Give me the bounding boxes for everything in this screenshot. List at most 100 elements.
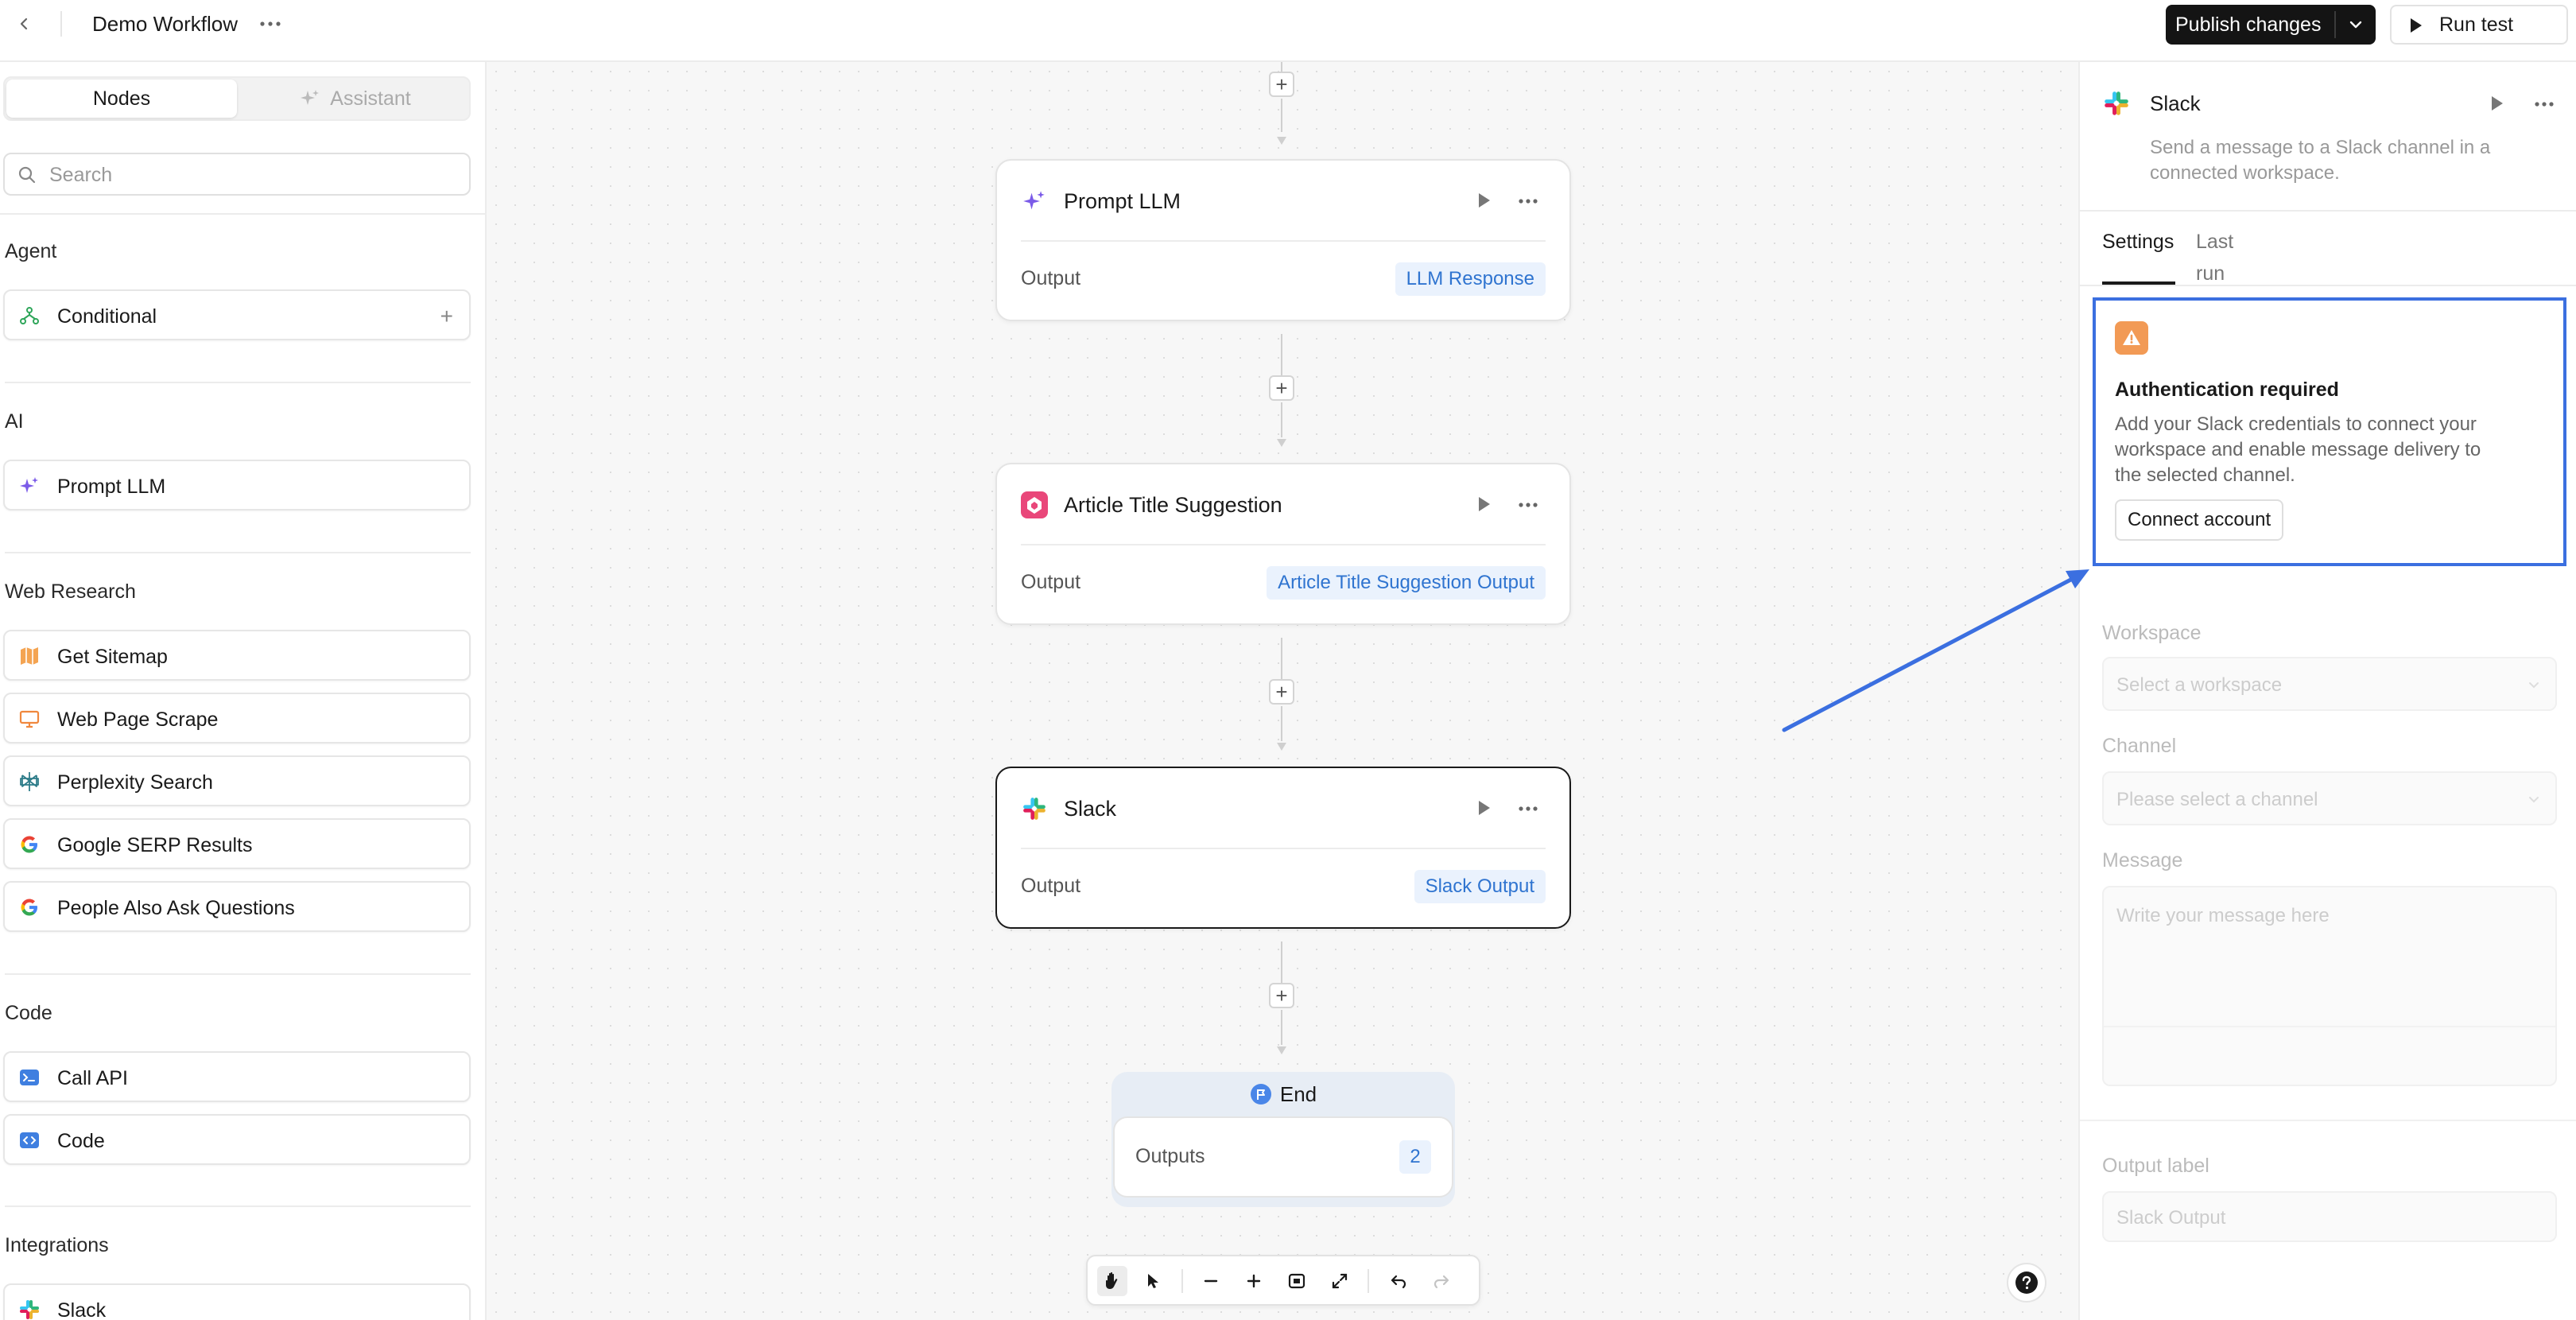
sidebar-item-call-api[interactable]: Call API xyxy=(3,1051,471,1102)
section-divider xyxy=(5,552,471,553)
branch-icon xyxy=(19,305,40,326)
help-icon xyxy=(2015,1271,2038,1294)
node-card-slack[interactable]: Slack Output Slack Output xyxy=(995,767,1571,929)
node-card-prompt-llm[interactable]: Prompt LLM Output LLM Response xyxy=(995,159,1571,321)
node-output-badge[interactable]: LLM Response xyxy=(1395,262,1546,296)
message-label: Message xyxy=(2102,849,2183,872)
back-button[interactable] xyxy=(11,11,37,37)
tab-settings[interactable]: Settings xyxy=(2102,226,2175,285)
sidebar-item-google-serp-results[interactable]: Google SERP Results xyxy=(3,818,471,869)
sidebar-item-label: Google SERP Results xyxy=(57,834,253,856)
more-horizontal-icon[interactable] xyxy=(1514,798,1542,819)
node-settings-panel: Slack Send a message to a Slack channel … xyxy=(2078,62,2576,1320)
sidebar-item-code[interactable]: Code xyxy=(3,1114,471,1165)
play-icon[interactable] xyxy=(1474,191,1493,210)
play-icon[interactable] xyxy=(1474,798,1493,817)
sparkle-icon xyxy=(19,476,40,496)
sidebar-item-label: Prompt LLM xyxy=(57,476,166,498)
workspace-label: Workspace xyxy=(2102,622,2202,644)
section-divider xyxy=(5,973,471,975)
terminal-icon xyxy=(19,1067,40,1088)
chevron-left-icon xyxy=(20,17,28,30)
help-button[interactable] xyxy=(2007,1263,2046,1303)
play-icon xyxy=(2411,18,2422,33)
sidebar-item-web-page-scrape[interactable]: Web Page Scrape xyxy=(3,693,471,743)
workspace-select[interactable]: Select a workspace xyxy=(2102,657,2557,711)
sidebar-item-label: Code xyxy=(57,1130,105,1152)
tab-assistant-label: Assistant xyxy=(330,87,411,110)
add-node-button[interactable]: + xyxy=(1269,72,1294,97)
search-icon xyxy=(18,166,36,184)
node-output-badge[interactable]: Article Title Suggestion Output xyxy=(1267,566,1546,600)
add-node-button[interactable]: + xyxy=(1269,375,1294,401)
warning-icon xyxy=(2115,321,2148,355)
end-node-header: End xyxy=(1111,1072,1455,1116)
more-horizontal-icon[interactable] xyxy=(2530,94,2559,115)
expand-icon xyxy=(1332,1273,1348,1289)
connect-account-button[interactable]: Connect account xyxy=(2115,499,2284,541)
add-node-button[interactable]: + xyxy=(1269,983,1294,1008)
sidebar-item-label: Conditional xyxy=(57,305,157,328)
article-icon xyxy=(1021,491,1048,518)
sidebar-item-prompt-llm[interactable]: Prompt LLM xyxy=(3,460,471,511)
end-node[interactable]: End Outputs 2 xyxy=(1111,1072,1455,1207)
sidebar-item-label: Slack xyxy=(57,1299,107,1320)
more-horizontal-icon[interactable] xyxy=(1514,191,1542,212)
tab-assistant[interactable]: Assistant xyxy=(240,80,471,118)
fullscreen-button[interactable] xyxy=(1325,1266,1355,1296)
more-horizontal-icon[interactable] xyxy=(1514,495,1542,515)
section-divider xyxy=(5,1205,471,1207)
add-icon[interactable]: + xyxy=(440,304,453,329)
output-label-input[interactable]: Slack Output xyxy=(2102,1191,2557,1242)
workflow-canvas[interactable]: + Prompt LLM Output LLM Response + Artic… xyxy=(487,62,2078,1320)
sidebar-item-people-also-ask[interactable]: People Also Ask Questions xyxy=(3,881,471,932)
toolbar-separator xyxy=(1181,1269,1183,1293)
workflow-title[interactable]: Demo Workflow xyxy=(92,11,238,37)
run-test-label: Run test xyxy=(2439,13,2514,36)
connector-arrow xyxy=(1277,743,1286,751)
tab-last-run[interactable]: Last run xyxy=(2196,226,2233,285)
message-textarea[interactable]: Write your message here xyxy=(2102,886,2557,1086)
node-output-label: Output xyxy=(1021,875,1081,897)
sidebar-item-slack[interactable]: Slack xyxy=(3,1283,471,1320)
node-divider xyxy=(1021,544,1546,545)
end-outputs-count[interactable]: 2 xyxy=(1399,1140,1431,1174)
workflow-more-button[interactable] xyxy=(256,11,285,37)
search-input[interactable] xyxy=(49,162,447,188)
nodes-sidebar: Nodes Assistant Agent Conditional + AI P… xyxy=(0,62,487,1320)
redo-button[interactable] xyxy=(1426,1266,1457,1296)
sidebar-item-conditional[interactable]: Conditional + xyxy=(3,289,471,340)
run-test-button[interactable]: Run test xyxy=(2390,5,2568,45)
slack-icon xyxy=(19,1299,40,1320)
section-divider xyxy=(5,382,471,383)
chevron-down-icon[interactable] xyxy=(2345,14,2366,35)
fit-view-button[interactable] xyxy=(1282,1266,1312,1296)
sidebar-item-get-sitemap[interactable]: Get Sitemap xyxy=(3,630,471,681)
panel-title: Slack xyxy=(2150,91,2201,115)
add-node-button[interactable]: + xyxy=(1269,679,1294,705)
channel-select[interactable]: Please select a channel xyxy=(2102,771,2557,825)
node-card-article-title-suggestion[interactable]: Article Title Suggestion Output Article … xyxy=(995,463,1571,625)
node-divider xyxy=(1021,848,1546,849)
connector-arrow xyxy=(1277,137,1286,145)
section-title-code: Code xyxy=(5,1002,52,1024)
end-node-title: End xyxy=(1279,1081,1317,1106)
section-title-integrations: Integrations xyxy=(5,1234,109,1256)
play-icon[interactable] xyxy=(2487,94,2506,113)
node-output-label: Output xyxy=(1021,571,1081,593)
tab-nodes[interactable]: Nodes xyxy=(6,80,237,118)
sparkle-icon xyxy=(301,90,320,105)
section-title-ai: AI xyxy=(5,410,24,433)
connector-line xyxy=(1281,99,1282,132)
more-horizontal-icon xyxy=(260,21,281,26)
hand-tool-button[interactable] xyxy=(1097,1266,1127,1296)
zoom-out-button[interactable] xyxy=(1196,1266,1226,1296)
select-tool-button[interactable] xyxy=(1139,1266,1169,1296)
play-icon[interactable] xyxy=(1474,495,1493,514)
map-icon xyxy=(19,646,40,666)
undo-button[interactable] xyxy=(1383,1266,1414,1296)
zoom-in-button[interactable] xyxy=(1239,1266,1269,1296)
publish-changes-button[interactable]: Publish changes xyxy=(2166,5,2376,45)
sidebar-item-perplexity-search[interactable]: Perplexity Search xyxy=(3,755,471,806)
node-output-badge[interactable]: Slack Output xyxy=(1414,870,1546,903)
